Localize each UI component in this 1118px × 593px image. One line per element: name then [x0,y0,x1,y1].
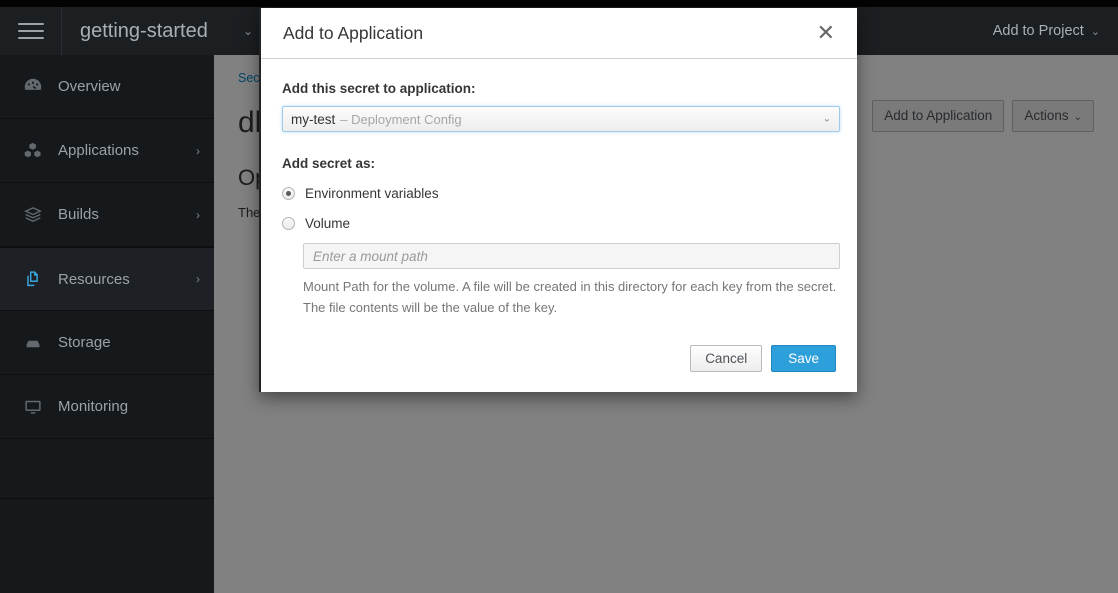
add-to-project-label: Add to Project [992,23,1084,39]
cubes-icon [22,140,58,162]
chevron-right-icon: › [196,272,200,286]
application-select-label: Add this secret to application: [282,81,476,96]
sidebar-item-label: Applications [58,142,139,159]
sidebar-item-monitoring[interactable]: Monitoring [0,375,214,439]
radio-indicator [282,186,295,200]
sidebar-item-label: Overview [58,78,121,95]
application-select[interactable]: my-test – Deployment Config ⌄ [282,106,840,132]
sidebar-item-builds[interactable]: Builds › [0,183,214,247]
close-icon[interactable]: ✕ [813,20,839,46]
sidebar-item-storage[interactable]: Storage [0,311,214,375]
radio-volume[interactable]: Volume [282,211,836,235]
sidebar-item-label: Builds [58,206,99,223]
modal-header: Add to Application ✕ [261,8,857,59]
sidebar-item-label: Resources [58,270,130,288]
chevron-right-icon: › [196,207,200,222]
radio-indicator [282,216,295,230]
sidebar-item-applications[interactable]: Applications › [0,119,214,183]
monitor-icon [22,396,58,418]
hamburger-bars [17,18,44,44]
radio-label: Environment variables [305,185,439,201]
sidebar-item-resources[interactable]: Resources › [0,247,214,311]
modal-title: Add to Application [283,22,424,43]
save-button[interactable]: Save [771,344,836,372]
cancel-button[interactable]: Cancel [690,344,763,372]
chevron-down-icon: ⌄ [1090,25,1100,38]
mount-path-input[interactable] [303,243,840,269]
mount-path-block: Mount Path for the volume. A file will b… [303,243,840,319]
modal-body: Add this secret to application: my-test … [261,59,857,331]
storage-icon [22,332,58,354]
sidebar-item-label: Storage [58,334,111,351]
radio-label: Volume [305,215,351,231]
project-name: getting-started [80,19,208,42]
chevron-right-icon: › [196,143,200,158]
hamburger-menu-icon[interactable] [0,7,62,55]
chevron-down-icon: ⌄ [242,24,253,38]
sidebar-item-overview[interactable]: Overview [0,55,214,119]
layers-icon [22,204,58,226]
sidebar-item-label: Monitoring [58,398,129,415]
modal-footer: Cancel Save [261,331,857,392]
radio-environment-variables[interactable]: Environment variables [282,181,836,205]
sidebar: Overview Applications › Builds › Resourc… [0,55,214,593]
application-select-value: my-test [291,111,336,127]
resources-icon [22,268,58,290]
project-selector[interactable]: getting-started ⌄ [62,7,270,55]
add-to-application-modal: Add to Application ✕ Add this secret to … [259,8,857,392]
dashboard-icon [22,76,58,98]
top-strip [0,0,1118,7]
mount-path-help-text: Mount Path for the volume. A file will b… [303,279,837,315]
chevron-down-icon: ⌄ [822,113,831,125]
add-to-project-menu[interactable]: Add to Project ⌄ [993,7,1118,55]
application-select-kind: – Deployment Config [340,111,462,127]
sidebar-tail [0,439,214,499]
application-root: getting-started ⌄ Add to Project ⌄ Overv… [0,0,1118,593]
secret-as-label: Add secret as: [282,156,376,171]
